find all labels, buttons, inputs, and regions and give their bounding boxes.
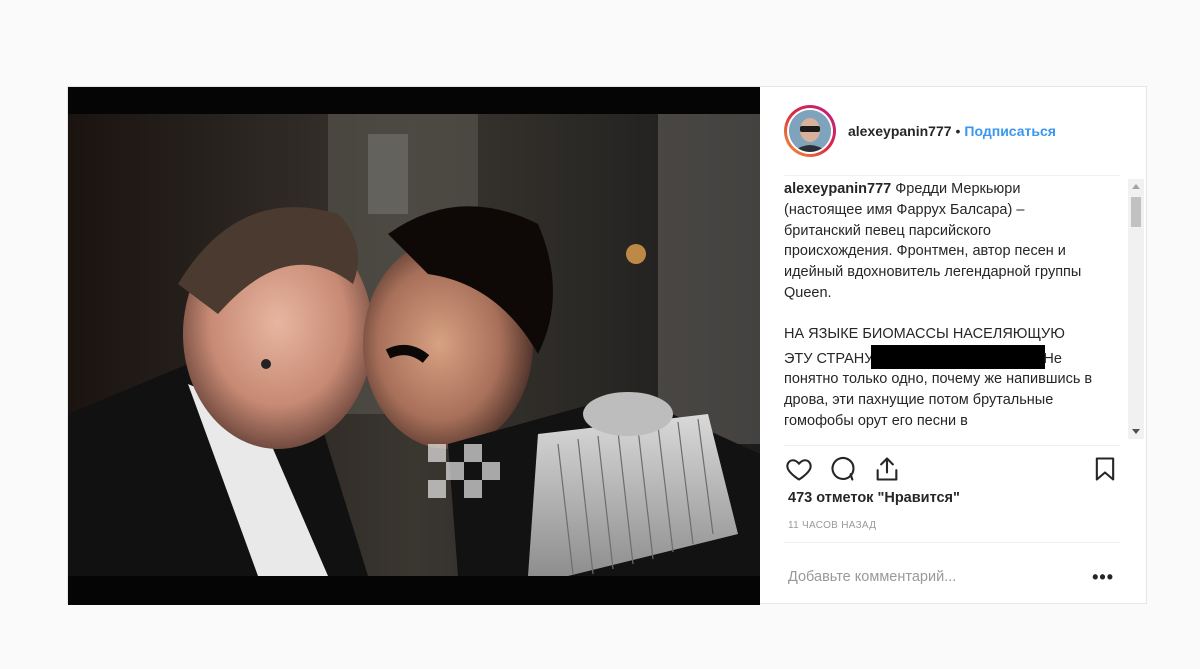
comment-button[interactable] (828, 454, 858, 484)
save-button[interactable] (1090, 454, 1120, 484)
comment-divider (784, 542, 1120, 543)
avatar-image (789, 110, 831, 152)
avatar[interactable] (784, 105, 836, 157)
caption-scrollbar[interactable] (1128, 179, 1144, 439)
bookmark-icon (1095, 457, 1115, 481)
post-media[interactable] (68, 87, 760, 605)
header-divider (784, 175, 1120, 176)
follow-button[interactable]: Подписаться (964, 123, 1056, 139)
post-timestamp[interactable]: 11 ЧАСОВ НАЗАД (788, 520, 876, 531)
avatar-border (787, 108, 833, 154)
caption-scroll-area[interactable]: alexeypanin777 Фредди Меркьюри (настояще… (784, 179, 1120, 439)
more-options-icon[interactable]: ••• (1086, 567, 1120, 588)
scroll-down-arrow-icon[interactable] (1132, 429, 1140, 434)
instagram-post: alexeypanin777 • Подписаться alexeypanin… (67, 86, 1147, 605)
post-sidebar: alexeypanin777 • Подписаться alexeypanin… (760, 87, 1146, 603)
comment-input[interactable] (784, 569, 1087, 585)
post-header: alexeypanin777 • Подписаться (784, 105, 1120, 157)
comment-row: ••• (784, 557, 1120, 597)
caption-text-1: Фредди Меркьюри (настоящее имя Фаррух Ба… (784, 181, 1082, 301)
heart-icon (786, 459, 812, 481)
caption-paragraph-2: НА ЯЗЫКЕ БИОМАССЫ НАСЕЛЯЮЩУЮ ЭТУ СТРАНУ Н… (784, 324, 1096, 432)
comment-icon (831, 456, 855, 481)
like-button[interactable] (784, 454, 814, 484)
separator-dot: • (955, 123, 961, 139)
avatar-illustration (789, 110, 831, 152)
photo-illustration (68, 114, 760, 576)
redaction-bar (871, 344, 1046, 369)
scrollbar-thumb[interactable] (1131, 197, 1141, 227)
caption-divider (784, 445, 1120, 446)
caption-paragraph-1: alexeypanin777 Фредди Меркьюри (настояще… (784, 179, 1096, 304)
likes-count[interactable]: 473 отметок "Нравится" (788, 490, 960, 506)
username-link[interactable]: alexeypanin777 (848, 123, 952, 139)
post-photo (68, 114, 760, 576)
action-bar (784, 449, 1120, 489)
scroll-up-arrow-icon[interactable] (1132, 184, 1140, 189)
share-icon (876, 457, 898, 481)
caption: alexeypanin777 Фредди Меркьюри (настояще… (784, 179, 1096, 432)
share-button[interactable] (872, 454, 902, 484)
caption-username[interactable]: alexeypanin777 (784, 181, 891, 197)
